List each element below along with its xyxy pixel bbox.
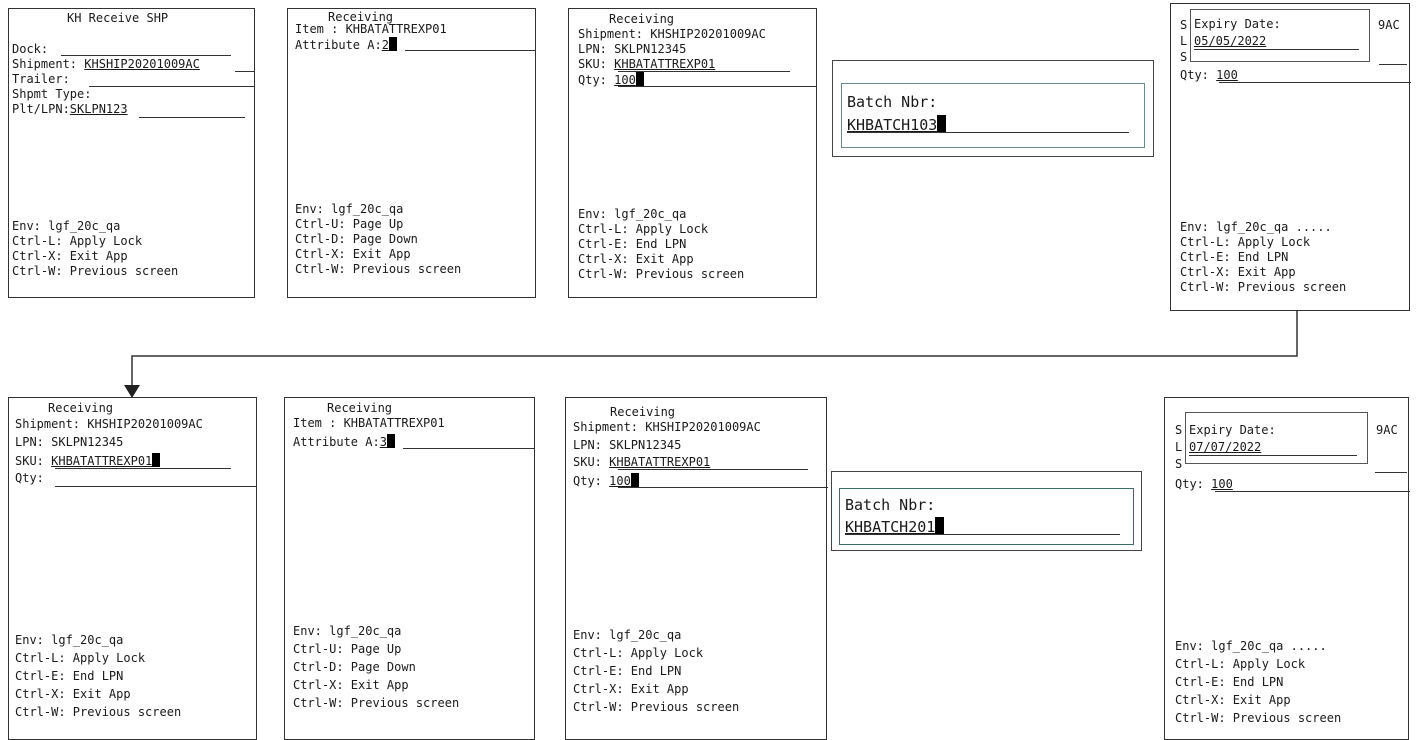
footer-ctrl-e: Ctrl-E: End LPN — [573, 664, 682, 678]
screen-receiving-sku: Receiving Shipment: KHSHIP20201009AC LPN… — [8, 397, 257, 740]
batch-popup-2: Batch Nbr: KHBATCH201 — [831, 471, 1142, 551]
sku-label: SKU: — [15, 454, 52, 468]
expiry-frame: Expiry Date: 07/07/2022 — [1185, 412, 1368, 464]
qty-input[interactable] — [55, 486, 257, 487]
footer-ctrl-w: Ctrl-W: Previous screen — [573, 700, 740, 714]
expiry-underline — [1189, 455, 1357, 456]
footer-ctrl-l: Ctrl-L: Apply Lock — [1175, 657, 1306, 671]
sku-underline — [618, 469, 808, 470]
footer-ctrl-x: Ctrl-X: Exit App — [573, 682, 689, 696]
batch-underline — [845, 534, 1120, 535]
footer-env: Env: lgf_20c_qa ..... — [1175, 639, 1327, 653]
attribute-a-input[interactable]: 3 — [380, 435, 387, 449]
item-line: Item : KHBATATTREXP01 — [293, 416, 445, 430]
qty-input[interactable]: 100 — [609, 474, 631, 488]
side-letter-s1: S — [1175, 423, 1183, 437]
side-letter-s2: S — [1175, 457, 1183, 471]
qty-label: Qty: — [573, 474, 610, 488]
footer-env: Env: lgf_20c_qa — [293, 624, 402, 638]
qty-label: Qty: — [1175, 477, 1212, 491]
side-letter-l: L — [1175, 440, 1183, 454]
footer-ctrl-w: Ctrl-W: Previous screen — [293, 696, 460, 710]
cursor-icon — [935, 517, 945, 534]
cursor-icon — [386, 434, 395, 448]
expiry-date-input[interactable]: 07/07/2022 — [1189, 440, 1261, 454]
cursor-icon — [630, 473, 639, 487]
lpn-line: LPN: SKLPN12345 — [573, 438, 682, 452]
batch-nbr-label: Batch Nbr: — [845, 496, 936, 514]
right-text: 9AC — [1376, 423, 1398, 437]
footer-ctrl-x: Ctrl-X: Exit App — [15, 687, 131, 701]
screen-title: Receiving — [48, 401, 114, 415]
connector-line — [131, 311, 1298, 386]
batch-frame: Batch Nbr: KHBATCH201 — [839, 488, 1134, 545]
footer-env: Env: lgf_20c_qa — [15, 633, 124, 647]
attribute-a-label: Attribute A: — [293, 435, 380, 449]
screen-receiving-qty-2: Receiving Shipment: KHSHIP20201009AC LPN… — [565, 397, 828, 740]
sku-input[interactable]: KHBATATTREXP01 — [609, 455, 710, 469]
shipment-line: Shipment: KHSHIP20201009AC — [573, 420, 761, 434]
qty-input[interactable]: 100 — [1211, 477, 1233, 491]
footer-ctrl-w: Ctrl-W: Previous screen — [1175, 711, 1342, 725]
footer-ctrl-e: Ctrl-E: End LPN — [15, 669, 124, 683]
screen-expiry-date-2: S L S Expiry Date: 07/07/2022 9AC Qty: 1… — [1164, 397, 1410, 740]
attribute-a-underline — [403, 448, 535, 449]
sku-underline — [55, 468, 231, 469]
footer-ctrl-d: Ctrl-D: Page Down — [293, 660, 416, 674]
footer-ctrl-u: Ctrl-U: Page Up — [293, 642, 402, 656]
footer-ctrl-x: Ctrl-X: Exit App — [293, 678, 409, 692]
footer-ctrl-e: Ctrl-E: End LPN — [1175, 675, 1284, 689]
lpn-line: LPN: SKLPN12345 — [15, 435, 124, 449]
qty-underline — [618, 487, 828, 488]
qty-label: Qty: — [15, 471, 52, 485]
footer-env: Env: lgf_20c_qa — [573, 628, 682, 642]
cursor-icon — [152, 453, 161, 467]
screen-receiving-attribute-2: Receiving Item : KHBATATTREXP01 Attribut… — [284, 397, 535, 740]
footer-ctrl-l: Ctrl-L: Apply Lock — [573, 646, 704, 660]
right-underline — [1375, 472, 1407, 473]
sku-input[interactable]: KHBATATTREXP01 — [51, 454, 152, 468]
qty-underline — [1215, 491, 1410, 492]
footer-ctrl-w: Ctrl-W: Previous screen — [15, 705, 182, 719]
footer-ctrl-x: Ctrl-X: Exit App — [1175, 693, 1291, 707]
screen-title: Receiving — [610, 405, 676, 419]
screen-title: Receiving — [327, 401, 393, 415]
shipment-line: Shipment: KHSHIP20201009AC — [15, 417, 203, 431]
sku-label: SKU: — [573, 455, 610, 469]
expiry-date-label: Expiry Date: — [1189, 423, 1276, 437]
footer-ctrl-l: Ctrl-L: Apply Lock — [15, 651, 146, 665]
